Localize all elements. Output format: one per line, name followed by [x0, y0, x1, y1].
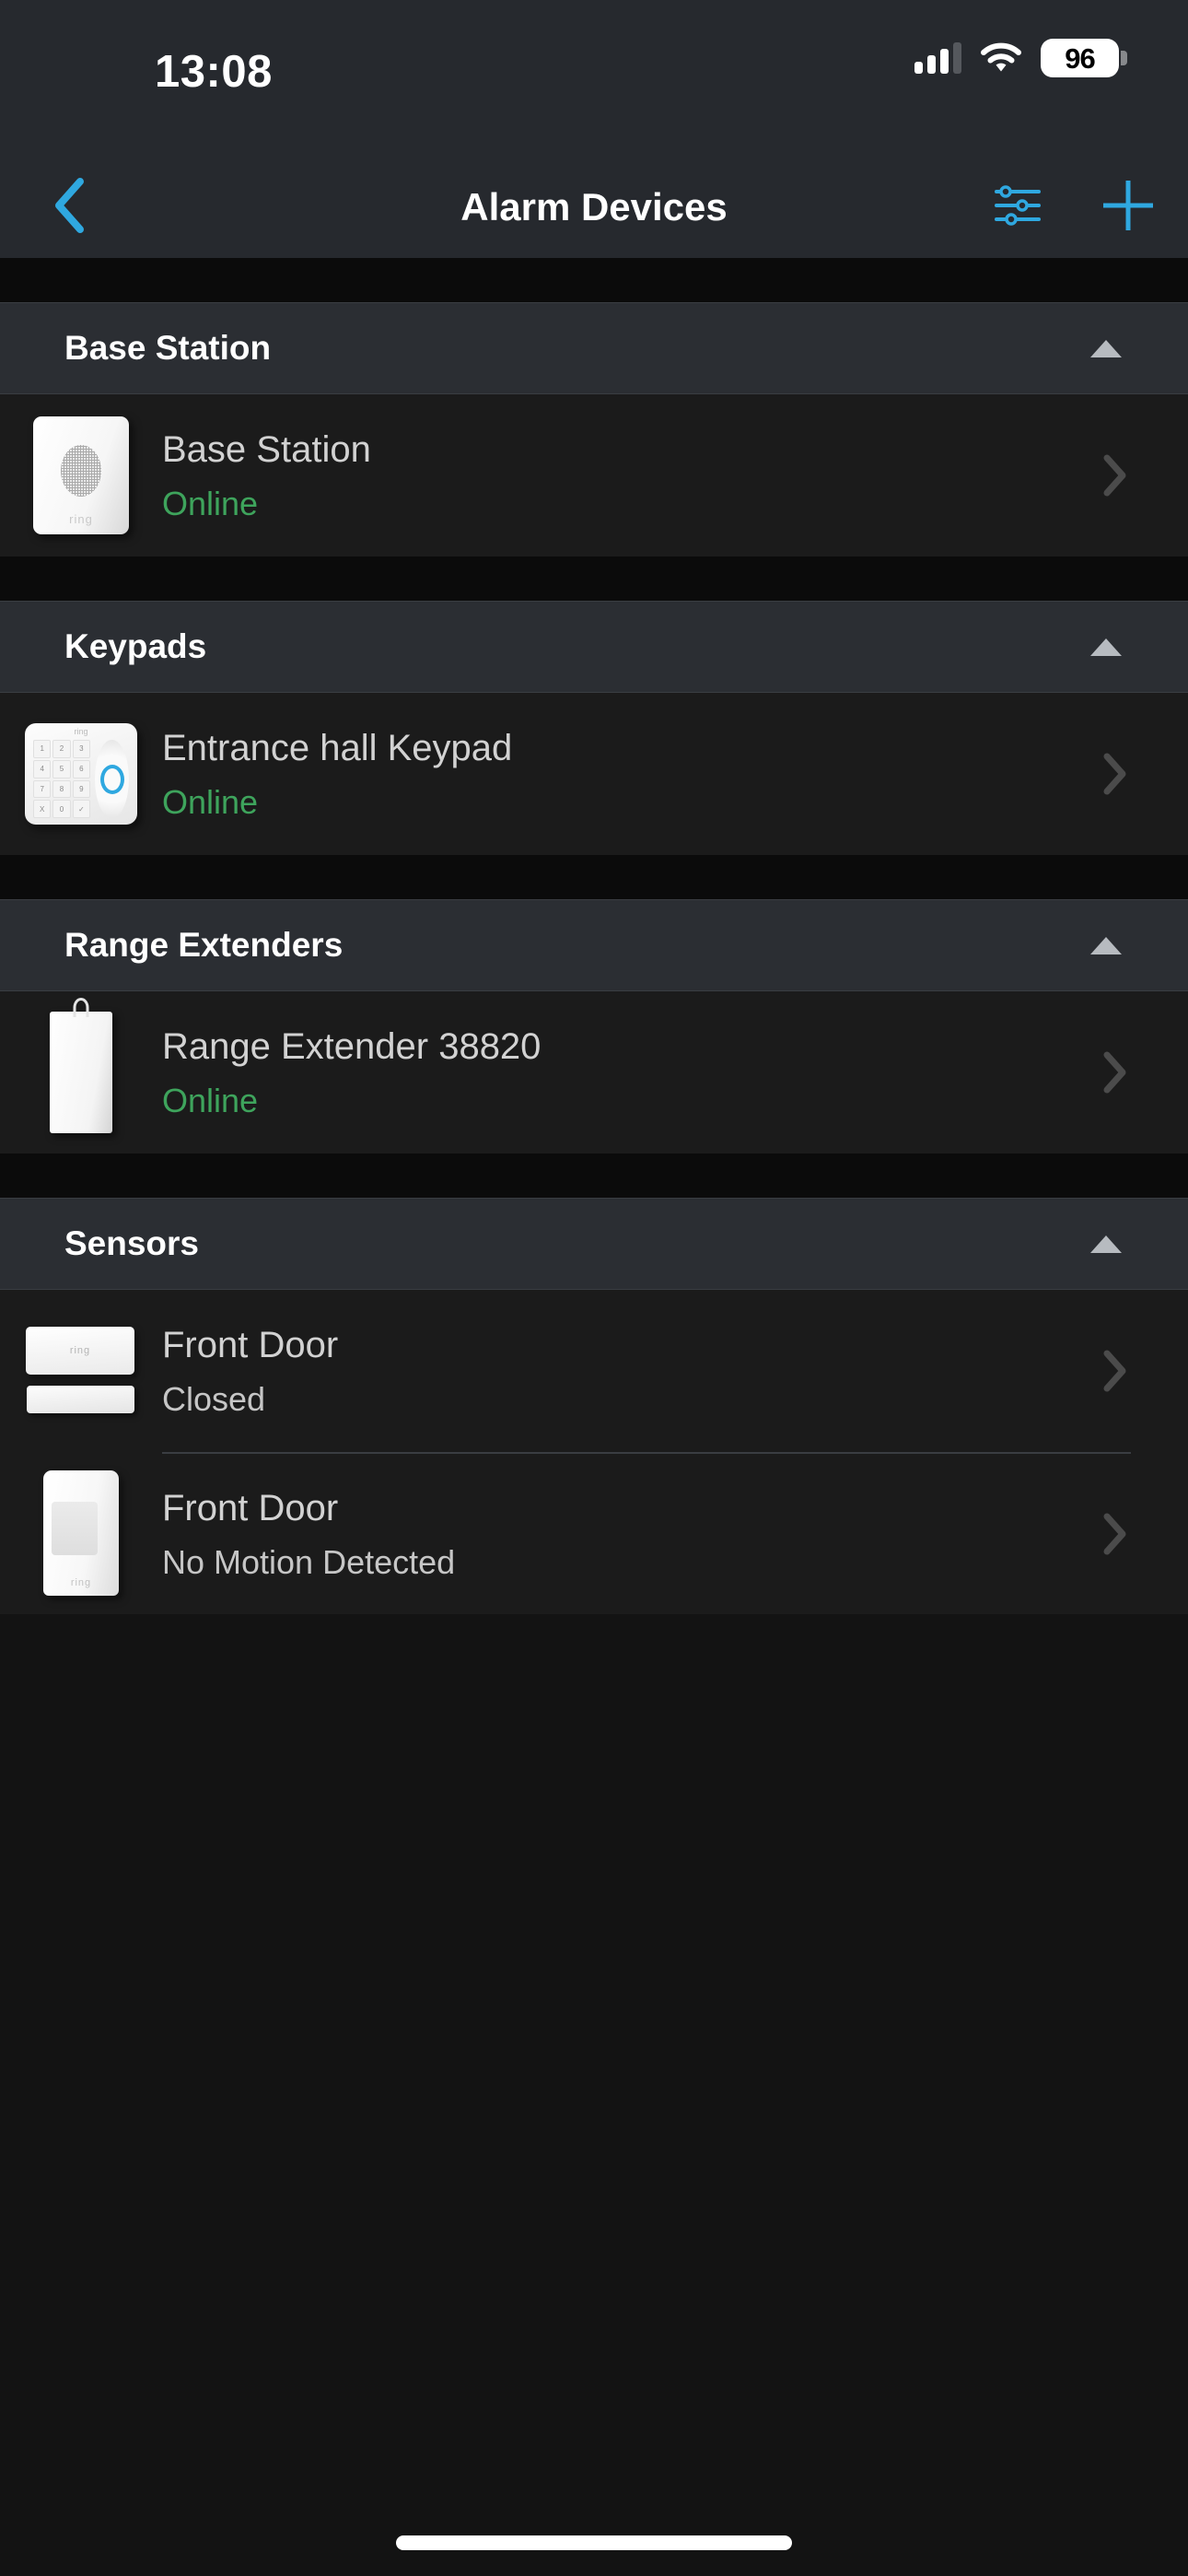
section-gap [0, 258, 1188, 302]
battery-icon: 96 [1041, 39, 1127, 77]
filter-button[interactable] [993, 182, 1042, 233]
section-title: Range Extenders [64, 926, 344, 964]
contact-sensor-device-icon: ring [0, 1290, 162, 1452]
keypad-key: 2 [52, 740, 71, 758]
add-device-button[interactable] [1100, 177, 1157, 239]
device-row[interactable]: Range Extender 38820 Online [0, 991, 1188, 1153]
range-extender-device-icon [0, 991, 162, 1153]
device-status: No Motion Detected [162, 1543, 456, 1582]
device-name: Entrance hall Keypad [162, 728, 513, 769]
plus-icon [1100, 177, 1157, 239]
device-row[interactable]: ring 1 2 3 4 5 6 7 8 9 X 0 ✓ Entrance ha… [0, 693, 1188, 855]
device-name: Front Door [162, 1488, 339, 1529]
device-row[interactable]: ring Front Door Closed [0, 1290, 1188, 1452]
sliders-filter-icon [993, 182, 1042, 233]
keypad-key: X [33, 800, 52, 818]
keypad-key: 9 [72, 779, 90, 799]
section-header-base-station[interactable]: Base Station [0, 302, 1188, 394]
device-status: Online [162, 783, 259, 822]
base-station-device-icon: ring [0, 394, 162, 556]
app-screen: 13:08 96 Alarm Devices Base Station ring… [0, 0, 1188, 2576]
section-title: Sensors [64, 1224, 200, 1262]
section-title: Base Station [64, 329, 272, 367]
keypad-key: 4 [33, 759, 52, 779]
section-header-range-extenders[interactable]: Range Extenders [0, 899, 1188, 991]
chevron-right-icon [1103, 454, 1127, 497]
device-name: Front Door [162, 1325, 339, 1366]
motion-sensor-device-icon: ring [0, 1452, 162, 1614]
device-list-keypads: ring 1 2 3 4 5 6 7 8 9 X 0 ✓ Entrance ha… [0, 693, 1188, 855]
chevron-right-icon [1103, 753, 1127, 795]
keypad-key: 6 [72, 759, 90, 779]
keypad-brand-label: ring [74, 727, 88, 736]
home-indicator-bar[interactable] [396, 2535, 792, 2550]
section-title: Keypads [64, 627, 207, 665]
motion-sensor-brand-label: ring [70, 1577, 92, 1588]
keypad-key: 7 [33, 779, 52, 799]
section-gap [0, 556, 1188, 601]
status-bar-clock: 13:08 [155, 47, 273, 97]
cellular-signal-icon [914, 42, 961, 74]
section-gap [0, 1153, 1188, 1198]
battery-percent-label: 96 [1065, 41, 1095, 75]
chevron-right-icon [1103, 1513, 1127, 1555]
section-header-sensors[interactable]: Sensors [0, 1198, 1188, 1290]
wifi-icon [981, 42, 1021, 74]
triangle-up-icon [1090, 638, 1122, 656]
keypad-device-icon: ring 1 2 3 4 5 6 7 8 9 X 0 ✓ [0, 693, 162, 855]
keypad-key: 1 [33, 740, 52, 758]
device-status: Closed [162, 1380, 266, 1419]
triangle-up-icon [1090, 339, 1122, 357]
section-header-keypads[interactable]: Keypads [0, 601, 1188, 693]
device-list-sensors: ring Front Door Closed ring Front Door N… [0, 1290, 1188, 1614]
triangle-up-icon [1090, 1235, 1122, 1253]
device-status: Online [162, 485, 259, 523]
chevron-right-icon [1103, 1051, 1127, 1094]
contact-sensor-brand-label: ring [69, 1345, 91, 1356]
device-name: Range Extender 38820 [162, 1026, 542, 1068]
keypad-key: 5 [52, 759, 71, 779]
keypad-key: 8 [52, 779, 71, 799]
device-row[interactable]: ring Front Door No Motion Detected [0, 1452, 1188, 1614]
device-list-range-extenders: Range Extender 38820 Online [0, 991, 1188, 1153]
keypad-key: ✓ [72, 800, 90, 818]
keypad-key: 3 [72, 740, 90, 758]
device-name: Base Station [162, 429, 371, 471]
section-gap [0, 855, 1188, 899]
empty-area [0, 1614, 1188, 2576]
triangle-up-icon [1090, 936, 1122, 954]
keypad-key: 0 [52, 800, 71, 818]
device-status: Online [162, 1082, 259, 1120]
status-bar: 13:08 96 [0, 0, 1188, 157]
device-list-base-station: ring Base Station Online [0, 394, 1188, 556]
keypad-dial-icon [95, 740, 129, 818]
chevron-right-icon [1103, 1350, 1127, 1392]
navigation-bar: Alarm Devices [0, 157, 1188, 258]
device-row[interactable]: ring Base Station Online [0, 394, 1188, 556]
